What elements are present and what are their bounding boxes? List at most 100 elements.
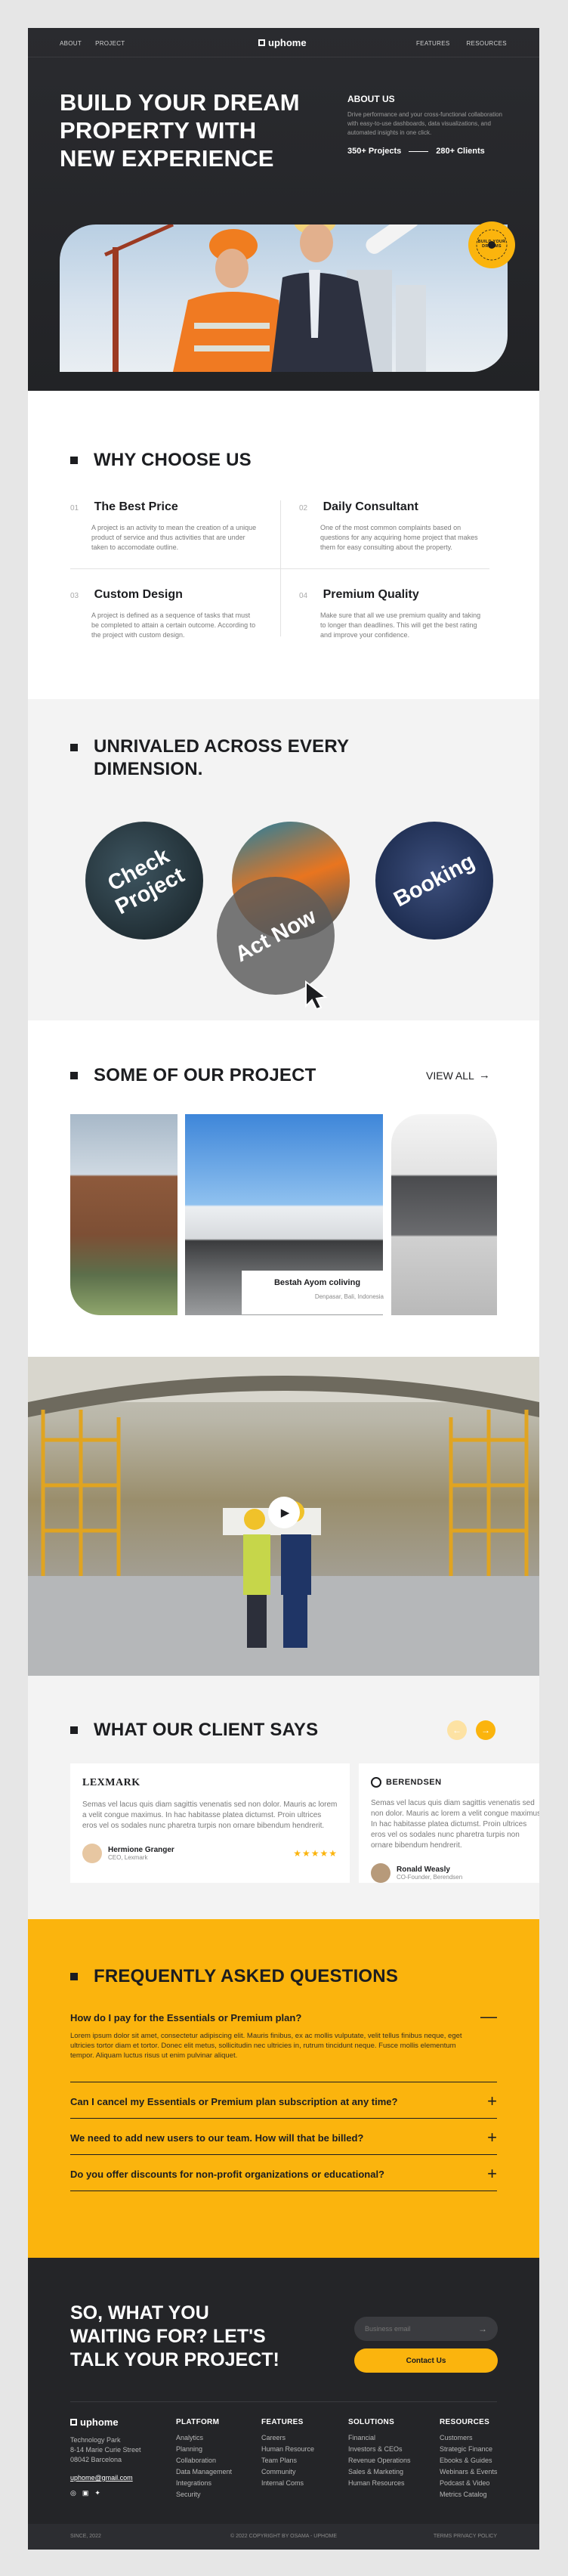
- footer-link[interactable]: Team Plans: [261, 2455, 314, 2466]
- testimonial-brand: LEXMARK: [82, 1777, 140, 1788]
- faq-item[interactable]: We need to add new users to our team. Ho…: [70, 2129, 497, 2146]
- footer-col-title: PLATFORM: [176, 2418, 220, 2426]
- feature-item: 02 Daily Consultant One of the most comm…: [299, 500, 488, 553]
- footer-email-link[interactable]: uphome@gmail.com: [70, 2474, 141, 2482]
- author-name: Ronald Weasly: [397, 1865, 450, 1874]
- footer-divider: [70, 2401, 497, 2402]
- footer-link[interactable]: Human Resource: [261, 2444, 314, 2455]
- booking-circle[interactable]: Booking: [375, 822, 493, 940]
- why-title: WHY CHOOSE US: [94, 450, 252, 470]
- act-now-circle[interactable]: Act Now: [217, 877, 335, 995]
- plus-icon[interactable]: +: [487, 2093, 497, 2110]
- play-icon: ▶: [280, 1506, 290, 1519]
- footer-brand: uphome Technology Park 8-14 Marie Curie …: [70, 2417, 141, 2497]
- cta-title-line-1: SO, WHAT YOU: [70, 2302, 209, 2324]
- project-card[interactable]: Bestah Ayom coliving Denpasar, Bali, Ind…: [242, 1271, 393, 1314]
- plus-icon[interactable]: +: [487, 2129, 497, 2146]
- logo[interactable]: uphome: [258, 37, 307, 48]
- nav-about-link[interactable]: ABOUT: [60, 40, 82, 47]
- footer-address: Technology Park 8-14 Marie Curie Street …: [70, 2435, 141, 2465]
- feature-number: 01: [70, 504, 79, 512]
- projects-title: SOME OF OUR PROJECT: [94, 1065, 316, 1085]
- footer-link[interactable]: Customers: [440, 2432, 497, 2444]
- feature-item: 03 Custom Design A project is defined as…: [70, 588, 259, 640]
- footer-link[interactable]: Human Resources: [348, 2478, 411, 2489]
- next-button[interactable]: →: [476, 1720, 495, 1740]
- faq-item[interactable]: Do you offer discounts for non-profit or…: [70, 2166, 497, 2182]
- view-all-link[interactable]: VIEW ALL →: [426, 1069, 490, 1082]
- faq-divider: [70, 2118, 497, 2119]
- footer-link[interactable]: Investors & CEOs: [348, 2444, 411, 2455]
- twitter-icon[interactable]: ✦: [94, 2489, 100, 2497]
- linkedin-icon[interactable]: ▣: [82, 2489, 89, 2497]
- testimonial-author: Ronald Weasly CO-Founder, Berendsen: [371, 1863, 539, 1883]
- hero-title: BUILD YOUR DREAM PROPERTY WITH NEW EXPER…: [60, 88, 332, 172]
- contact-us-button[interactable]: Contact Us: [354, 2348, 498, 2373]
- booking-label: Booking: [390, 849, 479, 912]
- nav-right: FEATURES RESOURCES: [416, 40, 507, 47]
- project-image-3[interactable]: [391, 1114, 497, 1315]
- arrow-right-icon: →: [478, 1069, 490, 1082]
- footer-link[interactable]: Analytics: [176, 2432, 232, 2444]
- footer-logo[interactable]: uphome: [70, 2417, 141, 2428]
- stat-divider: [409, 150, 429, 152]
- faq-answer: Lorem ipsum dolor sit amet, consectetur …: [70, 2032, 462, 2060]
- testimonial-card: LEXMARK Semas vel lacus quis diam sagitt…: [70, 1763, 350, 1883]
- footer-link[interactable]: Internal Coms: [261, 2478, 314, 2489]
- section-bullet: [70, 1973, 78, 1980]
- footer-link[interactable]: Planning: [176, 2444, 232, 2455]
- faq-divider: [70, 2154, 497, 2155]
- testimonial-author: Hermione Granger CEO, Lexmark ★★★★★: [82, 1844, 338, 1863]
- author-role: CEO, Lexmark: [108, 1854, 148, 1861]
- footer-logo-text: uphome: [80, 2417, 119, 2428]
- testimonial-text: Semas vel lacus quis diam sagittis venen…: [82, 1800, 338, 1830]
- testimonial-text: Semas vel lacus quis diam sagittis venen…: [371, 1799, 539, 1850]
- footer-link[interactable]: Data Management: [176, 2466, 232, 2478]
- footer-link[interactable]: Sales & Marketing: [348, 2466, 411, 2478]
- hero-illustration: [103, 224, 426, 372]
- stat-clients: 280+ Clients: [436, 147, 485, 156]
- nav-project-link[interactable]: PROJECT: [95, 40, 125, 47]
- faq-item[interactable]: How do I pay for the Essentials or Premi…: [70, 2008, 497, 2060]
- instagram-icon[interactable]: ◎: [70, 2489, 76, 2497]
- logo-text: uphome: [268, 37, 307, 48]
- footer-link[interactable]: Financial: [348, 2432, 411, 2444]
- footer-link[interactable]: Revenue Operations: [348, 2455, 411, 2466]
- footer-link[interactable]: Careers: [261, 2432, 314, 2444]
- hero-workers-photo: [60, 224, 508, 372]
- footer-link[interactable]: Webinars & Events: [440, 2466, 497, 2478]
- footer-terms-link[interactable]: TERMS PRIVACY POLICY: [434, 2534, 497, 2539]
- footer-link[interactable]: Podcast & Video: [440, 2478, 497, 2489]
- plus-icon[interactable]: +: [487, 2166, 497, 2182]
- arrow-right-icon[interactable]: →: [478, 2324, 487, 2334]
- logo-icon: [258, 39, 265, 46]
- faq-question: Do you offer discounts for non-profit or…: [70, 2169, 384, 2180]
- feature-text: A project is defined as a sequence of ta…: [91, 611, 256, 639]
- hero-title-line-3: NEW EXPERIENCE: [60, 145, 274, 172]
- address-line: Technology Park: [70, 2436, 121, 2444]
- footer-link[interactable]: Security: [176, 2489, 232, 2500]
- play-button[interactable]: ▶: [268, 1497, 300, 1528]
- faq-item[interactable]: Can I cancel my Essentials or Premium pl…: [70, 2093, 497, 2110]
- footer-col-platform: PLATFORM Analytics Planning Collaboratio…: [176, 2418, 232, 2500]
- section-bullet: [70, 457, 78, 464]
- cursor-icon: [305, 980, 328, 1009]
- footer-link[interactable]: Integrations: [176, 2478, 232, 2489]
- nav-features-link[interactable]: FEATURES: [416, 40, 449, 47]
- email-input[interactable]: [365, 2325, 478, 2333]
- footer-link[interactable]: Collaboration: [176, 2455, 232, 2466]
- nav-resources-link[interactable]: RESOURCES: [466, 40, 506, 47]
- project-image-1[interactable]: [70, 1114, 178, 1315]
- feature-number: 03: [70, 592, 79, 600]
- footer-link[interactable]: Strategic Finance: [440, 2444, 497, 2455]
- prev-button[interactable]: ←: [447, 1720, 467, 1740]
- address-line: 08042 Barcelona: [70, 2456, 122, 2463]
- footer-link[interactable]: Ebooks & Guides: [440, 2455, 497, 2466]
- minus-icon[interactable]: —: [480, 2008, 497, 2025]
- feature-number: 02: [299, 504, 308, 512]
- check-project-circle[interactable]: Check Project: [85, 822, 203, 940]
- cta-title-line-2: WAITING FOR? LET'S: [70, 2326, 266, 2347]
- faq-question: Can I cancel my Essentials or Premium pl…: [70, 2096, 398, 2107]
- footer-link[interactable]: Community: [261, 2466, 314, 2478]
- footer-link[interactable]: Metrics Catalog: [440, 2489, 497, 2500]
